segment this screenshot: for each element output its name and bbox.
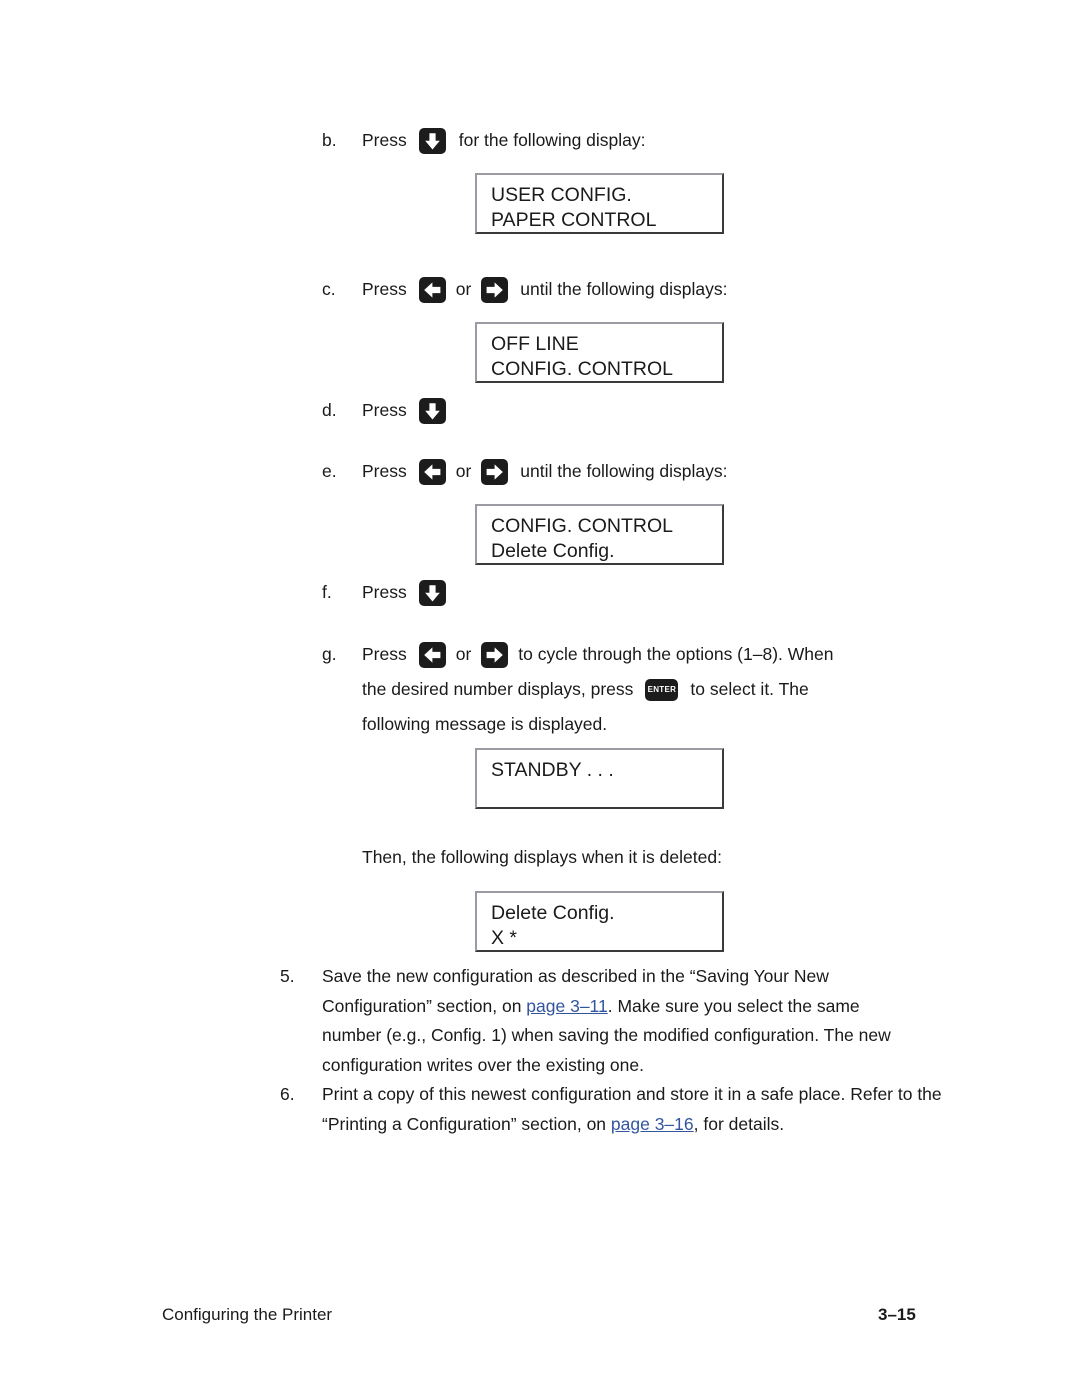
arrow-right-key-icon[interactable] <box>481 458 509 485</box>
step-g-body: Press or to cycle through the options (1… <box>362 640 833 739</box>
enter-key-label: ENTER <box>647 685 677 694</box>
step-e-text-after: until the following displays: <box>520 461 728 481</box>
arrow-left-key-icon[interactable] <box>418 641 446 668</box>
display-off-line: OFF LINE CONFIG. CONTROL <box>475 322 724 383</box>
footer-page-number: 3–15 <box>878 1305 916 1324</box>
numbered-step-6: 6. Print a copy of this newest configura… <box>280 1080 942 1139</box>
display-delete-config-line1: Delete Config. <box>491 902 615 924</box>
step-c-marker: c. <box>322 279 336 299</box>
display-standby: STANDBY . . . <box>475 748 724 809</box>
step-e-body: Press or until the following displays: <box>362 457 728 486</box>
numbered-step-5-marker: 5. <box>280 966 295 986</box>
numbered-step-6-part2: , for details. <box>693 1113 785 1134</box>
display-user-config: USER CONFIG. PAPER CONTROL <box>475 173 724 234</box>
arrow-right-key-icon[interactable] <box>481 276 509 303</box>
arrow-down-key-icon[interactable] <box>418 127 446 154</box>
step-g-line3: following message is displayed. <box>362 710 833 739</box>
arrow-right-key-icon[interactable] <box>481 641 509 668</box>
step-f: f. Press <box>322 578 446 607</box>
link-page-3-11[interactable]: page 3–11 <box>526 996 607 1016</box>
step-f-text-before: Press <box>362 582 407 602</box>
step-c-text-after: until the following displays: <box>520 279 728 299</box>
display-standby-line1: STANDBY . . . <box>491 759 614 781</box>
display-delete-config-line2: X * <box>491 927 518 949</box>
numbered-step-5-body: Save the new configuration as described … <box>322 962 922 1080</box>
step-g-line1: Press or to cycle through the options (1… <box>362 640 833 669</box>
step-d-body: Press <box>362 396 446 425</box>
document-page: b. Press for the following display: USER… <box>0 0 1080 1397</box>
step-b-text-after: for the following display: <box>458 130 646 150</box>
step-e-text-before: Press <box>362 461 407 481</box>
step-g-line2-before: the desired number displays, press <box>362 679 634 699</box>
arrow-down-key-icon[interactable] <box>418 397 446 424</box>
enter-key-icon[interactable]: ENTER <box>645 678 679 701</box>
step-f-body: Press <box>362 578 446 607</box>
step-c-text-before: Press <box>362 279 407 299</box>
display-config-control-line1: CONFIG. CONTROL <box>491 515 674 537</box>
arrow-down-key-icon[interactable] <box>418 579 446 606</box>
step-c-text-or: or <box>455 279 472 299</box>
step-g-line3-text: following message is displayed. <box>362 714 608 734</box>
display-off-line-line2: CONFIG. CONTROL <box>491 358 674 380</box>
step-g-line2-after: to select it. The <box>690 679 809 699</box>
step-g-line2: the desired number displays, press ENTER… <box>362 675 833 704</box>
step-e-marker: e. <box>322 461 337 481</box>
display-config-control-line2: Delete Config. <box>491 540 615 562</box>
step-d: d. Press <box>322 396 446 425</box>
step-e-text-or: or <box>455 461 472 481</box>
step-g-text-before: Press <box>362 644 407 664</box>
step-g-text-or: or <box>455 644 472 664</box>
step-b-marker: b. <box>322 130 337 150</box>
display-user-config-line2: PAPER CONTROL <box>491 209 657 231</box>
step-g-marker: g. <box>322 644 337 664</box>
step-d-text-before: Press <box>362 400 407 420</box>
step-b-text-before: Press <box>362 130 407 150</box>
numbered-step-5: 5. Save the new configuration as describ… <box>280 962 922 1080</box>
arrow-left-key-icon[interactable] <box>418 458 446 485</box>
display-user-config-line1: USER CONFIG. <box>491 184 632 206</box>
footer-chapter-title: Configuring the Printer <box>162 1305 333 1324</box>
step-c-body: Press or until the following displays: <box>362 275 728 304</box>
step-b: b. Press for the following display: <box>322 126 646 155</box>
link-page-3-16[interactable]: page 3–16 <box>611 1114 694 1134</box>
step-g: g. Press or to cycle through the options… <box>322 640 833 739</box>
step-g-text-after: to cycle through the options (1–8). When <box>518 644 834 664</box>
paragraph-then-deleted: Then, the following displays when it is … <box>362 847 722 867</box>
step-c: c. Press or until the following displays… <box>322 275 728 304</box>
arrow-left-key-icon[interactable] <box>418 276 446 303</box>
display-delete-config: Delete Config. X * <box>475 891 724 952</box>
step-d-marker: d. <box>322 400 337 420</box>
numbered-step-6-body: Print a copy of this newest configuratio… <box>322 1080 942 1139</box>
step-e: e. Press or until the following displays… <box>322 457 728 486</box>
step-b-body: Press for the following display: <box>362 126 646 155</box>
numbered-step-6-marker: 6. <box>280 1084 295 1104</box>
step-f-marker: f. <box>322 582 332 602</box>
display-off-line-line1: OFF LINE <box>491 333 579 355</box>
display-config-control: CONFIG. CONTROL Delete Config. <box>475 504 724 565</box>
